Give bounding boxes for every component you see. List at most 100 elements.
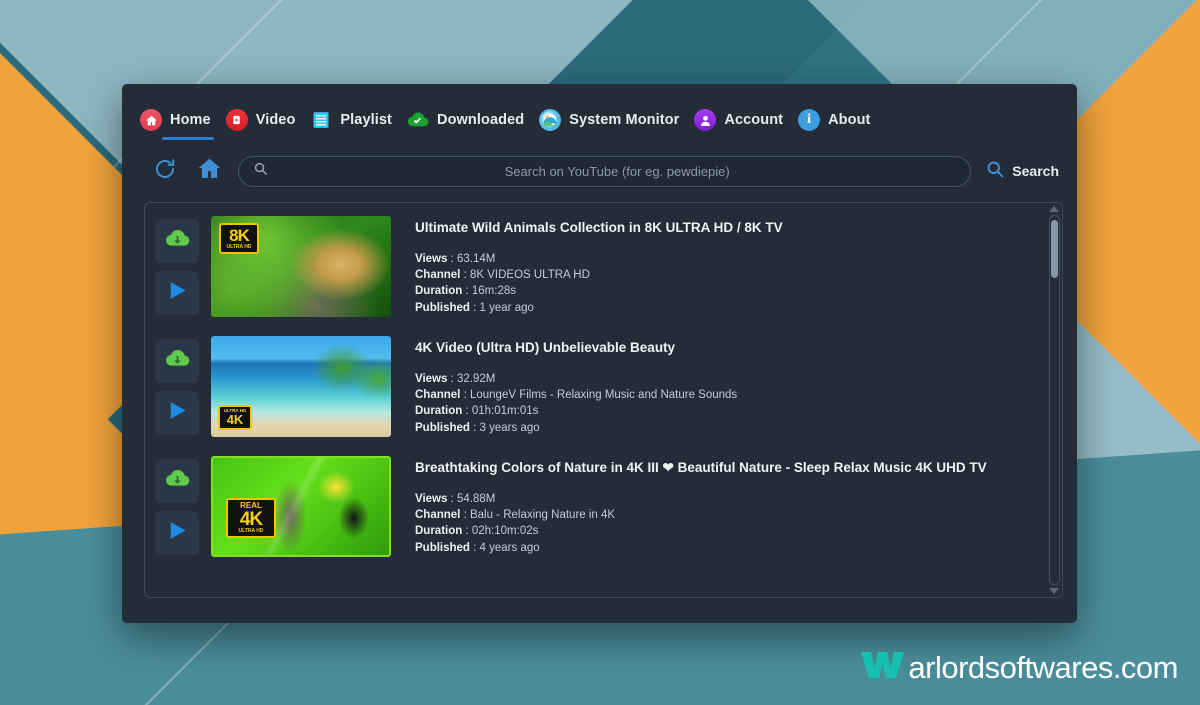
badge-sub-text: ULTRA HD <box>226 244 252 250</box>
account-icon <box>694 109 717 131</box>
tab-playlist-label: Playlist <box>340 112 392 128</box>
video-metadata: 4K Video (Ultra HD) Unbelievable Beauty … <box>403 336 1038 436</box>
search-button[interactable]: Search <box>985 159 1065 184</box>
channel-label: Channel <box>415 268 461 281</box>
published-value: 1 year ago <box>479 301 534 314</box>
video-title[interactable]: 4K Video (Ultra HD) Unbelievable Beauty <box>415 339 1032 357</box>
row-action-buttons <box>155 336 199 435</box>
badge-main-text: 4K <box>226 412 244 427</box>
scrollbar-thumb[interactable] <box>1050 220 1058 278</box>
video-views: Views : 63.14M <box>415 251 1032 267</box>
tab-account-label: Account <box>724 112 784 128</box>
tab-account[interactable]: Account <box>690 101 794 139</box>
tab-video[interactable]: Video <box>222 101 307 139</box>
tab-downloaded[interactable]: Downloaded <box>403 101 535 139</box>
tab-home-label: Home <box>170 112 211 128</box>
thumbnail-quality-badge: REAL 4K ULTRA HD <box>226 498 276 538</box>
downloaded-cloud-icon <box>407 109 429 131</box>
video-published: Published : 3 years ago <box>415 420 1032 436</box>
home-button[interactable] <box>194 156 224 186</box>
navigation-tab-bar: Home Video Playlist Downloaded System Mo… <box>122 84 1077 140</box>
video-title[interactable]: Breathtaking Colors of Nature in 4K III … <box>415 459 1032 477</box>
play-button[interactable] <box>155 511 199 555</box>
play-icon <box>166 519 189 547</box>
playlist-icon <box>310 109 332 131</box>
search-toolbar: Search <box>122 140 1077 196</box>
search-field-container[interactable] <box>238 155 972 187</box>
published-label: Published <box>415 421 470 434</box>
search-input[interactable] <box>278 163 957 179</box>
search-results-panel: 8K ULTRA HD Ultimate Wild Animals Collec… <box>144 202 1063 598</box>
video-channel: Channel : LoungeV Films - Relaxing Music… <box>415 387 1032 403</box>
video-duration: Duration : 16m:28s <box>415 283 1032 299</box>
system-monitor-icon <box>539 109 562 131</box>
home-button-icon <box>197 156 222 186</box>
duration-value: 02h:10m:02s <box>471 525 539 538</box>
warlord-w-logo-icon <box>860 648 906 687</box>
results-scrollbar[interactable] <box>1046 203 1062 597</box>
refresh-button[interactable] <box>150 156 180 186</box>
tab-playlist[interactable]: Playlist <box>306 101 403 139</box>
leopard-jungle-thumbnail[interactable]: 8K ULTRA HD <box>211 216 391 317</box>
play-button[interactable] <box>155 271 199 315</box>
toucan-bird-thumbnail[interactable]: REAL 4K ULTRA HD <box>211 456 391 557</box>
views-label: Views <box>415 252 448 265</box>
scroll-up-arrow-icon[interactable] <box>1049 206 1059 212</box>
channel-label: Channel <box>415 388 461 401</box>
row-action-buttons <box>155 456 199 555</box>
play-icon <box>166 399 189 427</box>
scrollbar-track[interactable] <box>1048 215 1060 585</box>
tab-system-monitor-label: System Monitor <box>569 112 680 128</box>
video-views: Views : 32.92M <box>415 371 1032 387</box>
download-cloud-icon <box>165 468 190 494</box>
tab-active-indicator <box>162 137 214 140</box>
download-button[interactable] <box>155 459 199 503</box>
video-metadata: Ultimate Wild Animals Collection in 8K U… <box>403 216 1038 316</box>
download-cloud-icon <box>165 348 190 374</box>
video-duration: Duration : 02h:10m:02s <box>415 523 1032 539</box>
home-icon <box>140 109 162 131</box>
table-row[interactable]: REAL 4K ULTRA HD Breathtaking Colors of … <box>145 447 1046 567</box>
download-cloud-icon <box>165 228 190 254</box>
published-label: Published <box>415 541 470 554</box>
search-button-label: Search <box>1012 163 1059 179</box>
scroll-down-arrow-icon[interactable] <box>1049 588 1059 594</box>
tab-video-label: Video <box>255 112 296 128</box>
views-value: 63.14M <box>457 252 496 265</box>
thumbnail-quality-badge: ULTRA HD 4K <box>218 404 252 430</box>
video-duration: Duration : 01h:01m:01s <box>415 403 1032 419</box>
published-value: 4 years ago <box>479 541 540 554</box>
play-icon <box>166 279 189 307</box>
refresh-icon <box>153 157 177 186</box>
tropical-beach-thumbnail[interactable]: ULTRA HD 4K <box>211 336 391 437</box>
published-value: 3 years ago <box>479 421 540 434</box>
table-row[interactable]: ULTRA HD 4K 4K Video (Ultra HD) Unbeliev… <box>145 327 1046 447</box>
views-label: Views <box>415 372 448 385</box>
badge-main-text: 4K <box>239 509 263 530</box>
duration-label: Duration <box>415 285 463 298</box>
download-button[interactable] <box>155 339 199 383</box>
views-value: 32.92M <box>457 372 496 385</box>
video-published: Published : 1 year ago <box>415 300 1032 316</box>
watermark: arlordsoftwares.com <box>860 648 1178 687</box>
tab-system-monitor[interactable]: System Monitor <box>535 101 690 139</box>
tab-home[interactable]: Home <box>136 101 222 140</box>
video-channel: Channel : 8K VIDEOS ULTRA HD <box>415 267 1032 283</box>
table-row[interactable]: 8K ULTRA HD Ultimate Wild Animals Collec… <box>145 207 1046 327</box>
duration-label: Duration <box>415 525 463 538</box>
tab-about[interactable]: About <box>794 101 881 139</box>
results-list: 8K ULTRA HD Ultimate Wild Animals Collec… <box>145 203 1046 597</box>
video-channel: Channel : Balu - Relaxing Nature in 4K <box>415 507 1032 523</box>
channel-value: Balu - Relaxing Nature in 4K <box>469 508 616 521</box>
download-button[interactable] <box>155 219 199 263</box>
views-value: 54.88M <box>457 492 496 505</box>
tab-downloaded-label: Downloaded <box>437 112 525 128</box>
application-window: Home Video Playlist Downloaded System Mo… <box>122 84 1077 623</box>
play-button[interactable] <box>155 391 199 435</box>
video-metadata: Breathtaking Colors of Nature in 4K III … <box>403 456 1038 556</box>
video-published: Published : 4 years ago <box>415 540 1032 556</box>
row-action-buttons <box>155 216 199 315</box>
video-title[interactable]: Ultimate Wild Animals Collection in 8K U… <box>415 219 1032 237</box>
video-views: Views : 54.88M <box>415 491 1032 507</box>
badge-main-text: 8K <box>229 226 250 245</box>
